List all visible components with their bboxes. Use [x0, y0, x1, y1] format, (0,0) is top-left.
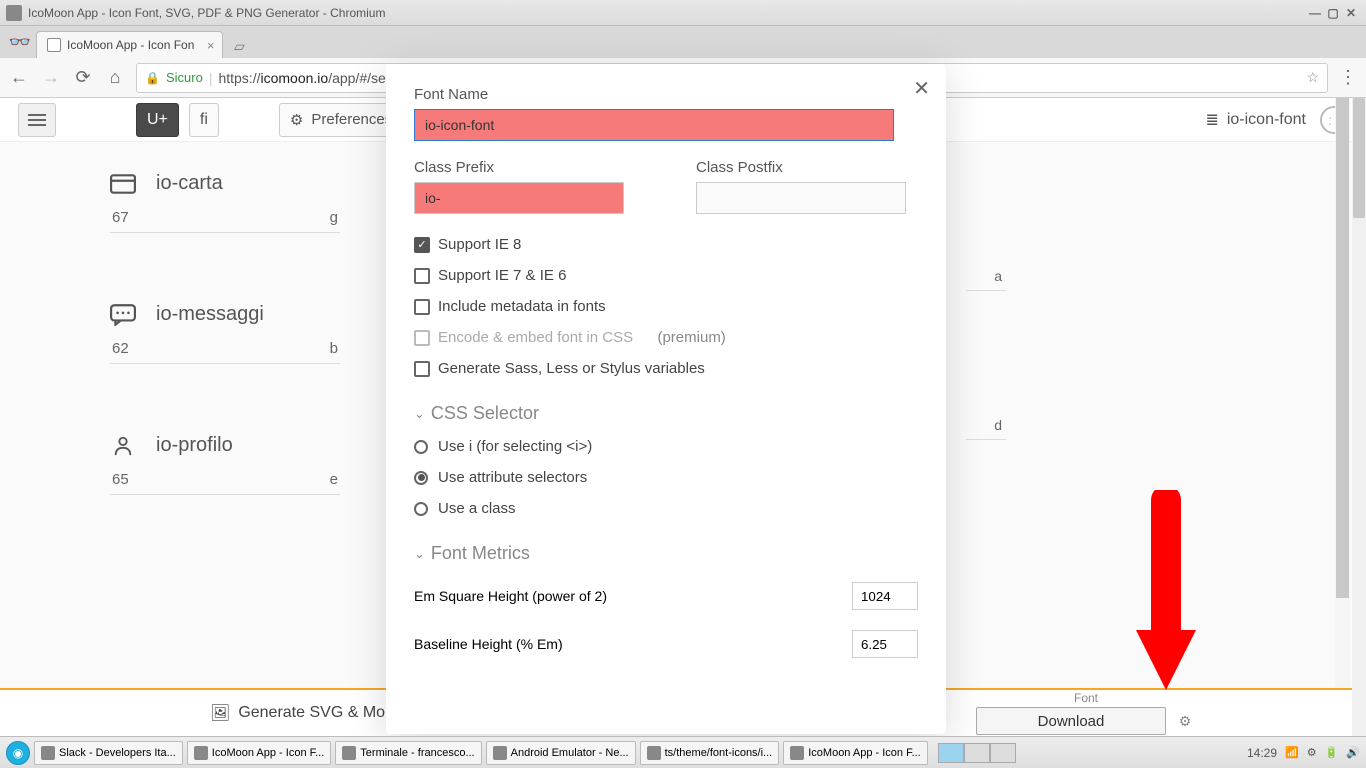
icon-item[interactable]: io-messaggi 62b	[110, 303, 340, 364]
font-name-label: Font Name	[414, 86, 918, 103]
chevron-down-icon: ⌄	[414, 406, 425, 422]
download-settings-button[interactable]: ⚙	[1174, 710, 1196, 732]
em-height-input[interactable]	[852, 582, 918, 610]
browser-menu-button[interactable]: ⋮	[1338, 67, 1358, 88]
support-ie8-checkbox[interactable]: ✓Support IE 8	[414, 236, 918, 253]
network-icon[interactable]: 📶	[1285, 746, 1299, 759]
taskbar-item[interactable]: Terminale - francesco...	[335, 741, 481, 765]
os-titlebar: IcoMoon App - Icon Font, SVG, PDF & PNG …	[0, 0, 1366, 26]
volume-icon[interactable]: 🔊	[1346, 746, 1360, 759]
tab-close-icon[interactable]: ×	[207, 38, 215, 53]
icon-name: io-carta	[156, 172, 223, 195]
new-tab-button[interactable]: ▱	[227, 34, 251, 58]
download-button[interactable]: Download	[976, 707, 1166, 735]
clock: 14:29	[1247, 746, 1277, 760]
content-scrollbar[interactable]	[1335, 98, 1350, 688]
font-tab-label: Font	[976, 691, 1196, 705]
settings-tray-icon[interactable]: ⚙	[1307, 746, 1317, 759]
workspace-switcher[interactable]	[938, 743, 1016, 763]
taskbar-item[interactable]: Slack - Developers Ita...	[34, 741, 183, 765]
os-taskbar: ◉ Slack - Developers Ita... IcoMoon App …	[0, 736, 1366, 768]
window-title: IcoMoon App - Icon Font, SVG, PDF & PNG …	[28, 6, 385, 20]
use-attr-radio[interactable]: Use attribute selectors	[414, 469, 918, 486]
modal-close-button[interactable]: ✕	[913, 76, 930, 101]
icon-char: a	[966, 262, 1006, 291]
preferences-button[interactable]: ⚙ Preferences	[279, 103, 403, 137]
gear-icon: ⚙	[290, 111, 303, 129]
project-selector[interactable]: ≣ io-icon-font	[1205, 110, 1306, 130]
generate-vars-checkbox[interactable]: Generate Sass, Less or Stylus variables	[414, 360, 918, 377]
lock-icon: 🔒	[145, 71, 160, 85]
layers-icon: ≣	[1205, 110, 1218, 130]
taskbar-item[interactable]: IcoMoon App - Icon F...	[187, 741, 332, 765]
baseline-input[interactable]	[852, 630, 918, 658]
favicon-icon	[47, 38, 61, 52]
css-selector-section[interactable]: ⌄CSS Selector	[414, 403, 918, 424]
profile-icon	[110, 435, 136, 457]
secure-label: Sicuro	[166, 70, 203, 85]
icon-name: io-messaggi	[156, 303, 264, 326]
font-name-input[interactable]	[414, 109, 894, 141]
menu-button[interactable]	[18, 103, 56, 137]
class-postfix-label: Class Postfix	[696, 159, 918, 176]
em-height-label: Em Square Height (power of 2)	[414, 588, 607, 604]
window-close-button[interactable]: ✕	[1342, 6, 1360, 20]
use-class-radio[interactable]: Use a class	[414, 500, 918, 517]
image-icon: 🖼	[210, 703, 230, 723]
incognito-icon: 👓	[6, 28, 34, 56]
browser-tab[interactable]: IcoMoon App - Icon Fon ×	[36, 31, 223, 58]
embed-css-checkbox: Encode & embed font in CSS (premium)	[414, 329, 918, 346]
window-minimize-button[interactable]: —	[1306, 6, 1324, 20]
use-i-radio[interactable]: Use i (for selecting <i>)	[414, 438, 918, 455]
page-scrollbar[interactable]	[1352, 98, 1366, 736]
ligature-button[interactable]: fi	[189, 103, 219, 137]
back-button[interactable]: ←	[8, 67, 30, 88]
support-ie76-checkbox[interactable]: Support IE 7 & IE 6	[414, 267, 918, 284]
icon-name: io-profilo	[156, 434, 233, 457]
system-tray[interactable]: 14:29 📶 ⚙ 🔋 🔊	[1247, 746, 1360, 760]
unicode-button[interactable]: U+	[136, 103, 179, 137]
class-prefix-label: Class Prefix	[414, 159, 636, 176]
font-settings-modal: ✕ Font Name Class Prefix Class Postfix ✓…	[386, 64, 946, 734]
icon-char: d	[966, 411, 1006, 440]
browser-tabstrip: 👓 IcoMoon App - Icon Fon × ▱	[0, 26, 1366, 58]
reload-button[interactable]: ⟳	[72, 67, 94, 88]
class-postfix-input[interactable]	[696, 182, 906, 214]
taskbar-item[interactable]: IcoMoon App - Icon F...	[783, 741, 928, 765]
card-icon	[110, 173, 136, 195]
font-metrics-section[interactable]: ⌄Font Metrics	[414, 543, 918, 564]
taskbar-item[interactable]: Android Emulator - Ne...	[486, 741, 636, 765]
icon-item[interactable]: io-profilo 65e	[110, 434, 340, 495]
baseline-label: Baseline Height (% Em)	[414, 636, 563, 652]
icon-item[interactable]: io-carta 67g	[110, 172, 340, 233]
forward-button[interactable]: →	[40, 67, 62, 88]
taskbar-item[interactable]: ts/theme/font-icons/i...	[640, 741, 780, 765]
project-name: io-icon-font	[1227, 111, 1306, 129]
message-icon	[110, 304, 136, 326]
start-button[interactable]: ◉	[6, 741, 30, 765]
bookmark-star-icon[interactable]: ☆	[1306, 69, 1319, 86]
home-button[interactable]: ⌂	[104, 67, 126, 88]
tab-title: IcoMoon App - Icon Fon	[67, 38, 194, 52]
window-maximize-button[interactable]: ▢	[1324, 6, 1342, 20]
window-icon	[6, 5, 22, 21]
generate-svg-button[interactable]: 🖼 Generate SVG & More	[210, 703, 399, 723]
class-prefix-input[interactable]	[414, 182, 624, 214]
battery-icon[interactable]: 🔋	[1325, 746, 1339, 759]
include-metadata-checkbox[interactable]: Include metadata in fonts	[414, 298, 918, 315]
chevron-down-icon: ⌄	[414, 546, 425, 562]
